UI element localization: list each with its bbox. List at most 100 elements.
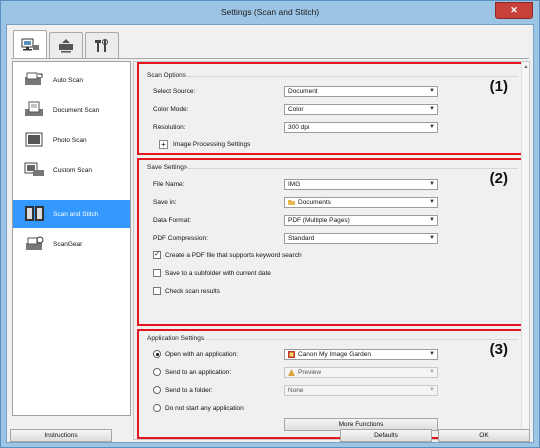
scan-options-section: Scan Options (1) Select Source: Document… [137,62,528,155]
chevron-down-icon: ▼ [429,199,435,205]
subfolder-date-checkbox[interactable]: Save to a subfolder with current date [153,269,271,277]
save-in-value: Documents [298,199,331,206]
send-to-app-value: Preview [298,369,322,376]
keyword-search-checkbox[interactable]: ✓ Create a PDF file that supports keywor… [153,251,302,259]
send-to-folder-value: None [288,387,304,394]
preview-app-icon [288,368,295,376]
tab-strip-divider [11,58,529,59]
radio-unselected[interactable] [153,404,161,412]
nav-item-auto-scan[interactable]: Auto Scan [13,66,130,94]
photo-scan-icon [23,129,47,151]
color-mode-label: Color Mode: [153,106,189,113]
save-settings-title: Save Settings [147,164,188,171]
group-divider [205,339,518,340]
scan-from-computer-tab-icon [21,38,39,50]
general-settings-tab[interactable] [85,32,119,58]
ok-button[interactable]: OK [438,429,530,442]
auto-scan-icon [23,69,47,91]
scan-type-list: Auto Scan Document Scan Photo Scan Custo… [12,61,131,416]
data-format-dropdown[interactable]: PDF (Multiple Pages) ▼ [284,215,438,226]
expand-image-processing-button[interactable]: + [159,140,168,149]
pdf-compression-dropdown[interactable]: Standard ▼ [284,233,438,244]
resolution-value: 300 dpi [288,124,310,131]
send-to-app-dropdown[interactable]: Preview ▼ [284,367,438,378]
window-title: Settings (Scan and Stitch) [220,7,320,17]
send-to-application-radio[interactable]: Send to an application: [153,368,231,376]
nav-label: ScanGear [53,240,83,248]
group-divider [185,168,518,169]
color-mode-value: Color [288,106,304,113]
window-close-button[interactable]: ✕ [495,2,533,19]
chevron-down-icon: ▼ [429,124,435,130]
vertical-scrollbar[interactable]: ▲ ▼ [521,62,529,439]
file-name-field[interactable]: IMG ▼ [284,179,438,190]
color-mode-dropdown[interactable]: Color ▼ [284,104,438,115]
group-divider [185,76,518,77]
chevron-down-icon: ▼ [429,181,435,187]
scan-and-stitch-icon [23,203,47,225]
scan-from-operation-panel-tab[interactable] [49,32,83,58]
nav-item-scangear[interactable]: ScanGear [13,230,130,258]
check-scan-results-label: Check scan results [165,287,220,295]
settings-window: Settings (Scan and Stitch) ✕ Auto Scan D… [0,0,540,448]
scan-options-title: Scan Options [147,72,187,79]
open-with-application-radio[interactable]: Open with an application: [153,350,238,358]
send-to-folder-radio[interactable]: Send to a folder: [153,386,213,394]
data-format-value: PDF (Multiple Pages) [288,217,350,224]
section-number-3: (3) [489,341,508,358]
nav-item-document-scan[interactable]: Document Scan [13,96,130,124]
image-processing-label: Image Processing Settings [173,141,251,148]
scan-from-operation-panel-tab-icon [59,38,73,52]
scroll-up-icon[interactable]: ▲ [522,63,530,71]
defaults-button[interactable]: Defaults [340,429,432,442]
radio-unselected[interactable] [153,368,161,376]
open-with-dropdown[interactable]: Canon My Image Garden ▼ [284,349,438,360]
save-in-dropdown[interactable]: Documents ▼ [284,197,438,208]
file-name-value: IMG [288,181,301,188]
no-application-radio[interactable]: Do not start any application [153,404,244,412]
open-with-label: Open with an application: [165,350,238,358]
resolution-dropdown[interactable]: 300 dpi ▼ [284,122,438,133]
application-settings-section: Application Settings (3) Open with an ap… [137,329,528,439]
open-with-value: Canon My Image Garden [298,351,371,358]
file-name-label: File Name: [153,181,185,188]
custom-scan-icon [23,159,47,181]
instructions-button[interactable]: Instructions [10,429,112,442]
nav-label: Auto Scan [53,76,83,84]
check-scan-results-checkbox[interactable]: Check scan results [153,287,220,295]
select-source-dropdown[interactable]: Document ▼ [284,86,438,97]
chevron-down-icon: ▼ [429,351,435,357]
send-to-folder-label: Send to a folder: [165,386,213,394]
nav-label: Document Scan [53,106,100,114]
nav-item-custom-scan[interactable]: Custom Scan [13,156,130,184]
scangear-icon [23,233,47,255]
nav-label: Custom Scan [53,166,93,174]
image-garden-icon [288,350,295,358]
select-source-label: Select Source: [153,88,196,95]
section-number-1: (1) [489,78,508,95]
radio-unselected[interactable] [153,386,161,394]
radio-selected[interactable] [153,350,161,358]
send-to-folder-dropdown[interactable]: None ▼ [284,385,438,396]
chevron-down-icon: ▼ [429,369,435,375]
checkbox-unchecked[interactable] [153,269,161,277]
subfolder-date-label: Save to a subfolder with current date [165,269,271,277]
send-to-app-label: Send to an application: [165,368,232,376]
nav-item-photo-scan[interactable]: Photo Scan [13,126,130,154]
chevron-down-icon: ▼ [429,217,435,223]
checkbox-unchecked[interactable] [153,287,161,295]
checkbox-checked[interactable]: ✓ [153,251,161,259]
select-source-value: Document [288,88,318,95]
application-settings-title: Application Settings [147,335,205,342]
scan-from-computer-tab[interactable] [13,30,47,58]
general-settings-tab-icon [95,38,108,52]
resolution-label: Resolution: [153,124,186,131]
nav-item-scan-and-stitch[interactable]: Scan and Stitch [13,200,130,228]
nav-label: Photo Scan [53,136,87,144]
section-number-2: (2) [489,170,508,187]
chevron-down-icon: ▼ [429,387,435,393]
nav-label: Scan and Stitch [53,210,99,218]
data-format-label: Data Format: [153,217,191,224]
chevron-down-icon: ▼ [429,88,435,94]
pdf-compression-value: Standard [288,235,315,242]
